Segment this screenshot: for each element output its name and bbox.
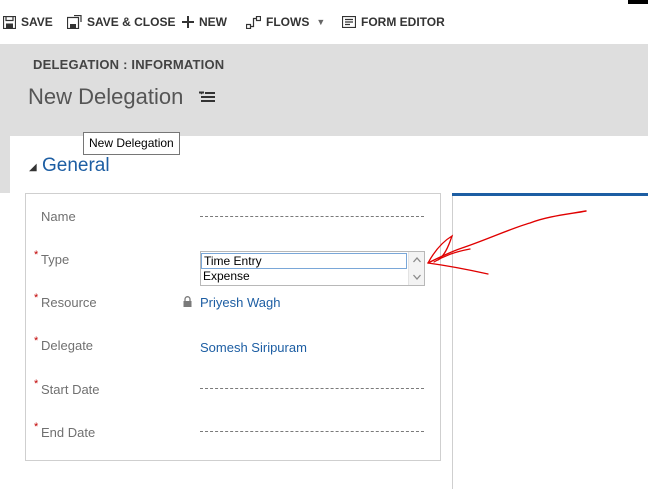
end-date-label: End Date: [41, 425, 96, 440]
form-editor-button[interactable]: FORM EDITOR: [342, 12, 445, 32]
form-editor-icon: [342, 16, 356, 28]
title-tooltip: New Delegation: [83, 132, 180, 155]
section-title-general: General: [42, 155, 110, 176]
delegate-required-marker: *: [34, 335, 39, 347]
end-date-required-marker: *: [34, 421, 39, 433]
new-button[interactable]: NEW: [182, 12, 227, 32]
type-option-time-entry[interactable]: Time Entry: [201, 253, 407, 269]
type-label: Type: [41, 252, 70, 267]
save-label: SAVE: [21, 15, 53, 29]
form-editor-label: FORM EDITOR: [361, 15, 445, 29]
resource-required-marker: *: [34, 292, 39, 304]
type-required-marker: *: [34, 249, 39, 261]
chevron-down-icon: ▼: [316, 17, 326, 27]
resource-label: Resource: [41, 295, 97, 310]
form-selector-menu-icon[interactable]: [199, 91, 215, 103]
top-edge-bar: [628, 0, 648, 4]
flows-label: FLOWS: [266, 15, 310, 29]
lock-icon: [183, 296, 192, 307]
save-icon: [3, 15, 16, 29]
flows-icon: [246, 15, 261, 29]
type-listbox[interactable]: Time Entry Expense: [200, 251, 425, 286]
new-label: NEW: [199, 15, 227, 29]
general-section-panel: Name * Type Time Entry Expense * Resourc…: [25, 193, 441, 461]
right-panel-accent-bar: [452, 193, 648, 196]
save-close-label: SAVE & CLOSE: [87, 15, 176, 29]
form-header: DELEGATION : INFORMATION New Delegation: [0, 44, 648, 136]
annotation-arrow-icon: [427, 210, 587, 275]
start-date-field[interactable]: [200, 388, 424, 389]
end-date-field[interactable]: [200, 431, 424, 432]
type-option-expense[interactable]: Expense: [201, 269, 407, 285]
start-date-required-marker: *: [34, 378, 39, 390]
header-left-strip: [0, 136, 10, 193]
start-date-label: Start Date: [41, 382, 100, 397]
resource-lookup-value[interactable]: Priyesh Wagh: [200, 295, 280, 310]
name-label: Name: [41, 209, 76, 224]
command-bar: SAVE SAVE & CLOSE NEW FLOWS ▼ FORM EDITO…: [0, 0, 648, 44]
save-close-button[interactable]: SAVE & CLOSE: [67, 12, 175, 32]
save-button[interactable]: SAVE: [3, 12, 53, 32]
section-collapse-icon[interactable]: ◢: [29, 162, 37, 173]
plus-icon: [182, 16, 194, 28]
record-title: New Delegation: [28, 84, 184, 109]
entity-label: DELEGATION : INFORMATION: [33, 57, 225, 72]
name-field[interactable]: [200, 216, 424, 217]
delegate-label: Delegate: [41, 338, 94, 353]
delegate-lookup-value[interactable]: Somesh Siripuram: [200, 340, 307, 355]
save-close-icon: [67, 15, 82, 29]
flows-button[interactable]: FLOWS ▼: [246, 12, 325, 32]
